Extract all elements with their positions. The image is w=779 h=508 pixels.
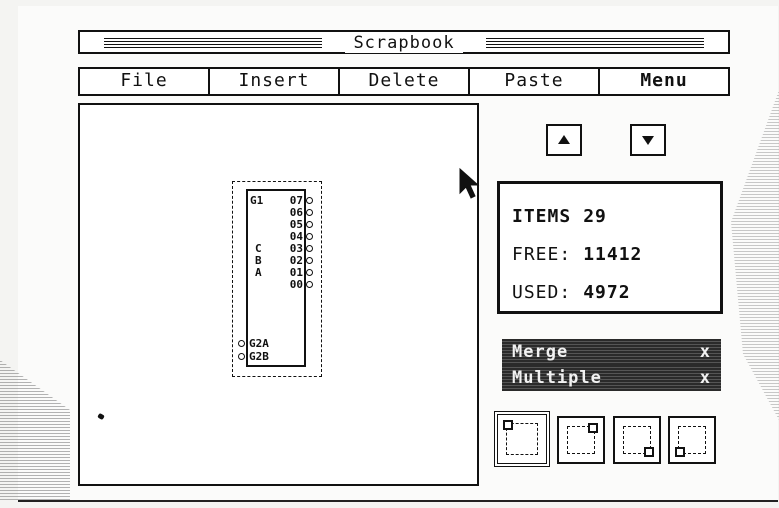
- chip-pin-label: 06: [289, 206, 303, 219]
- chip-pin-label: G2A: [249, 337, 269, 350]
- chip-pin-label: 05: [289, 218, 303, 231]
- free-value: 11412: [583, 244, 643, 265]
- anchor-bottom-left-button[interactable]: [668, 416, 716, 464]
- pin-bubble: [306, 197, 313, 204]
- chip-pin-label: A: [255, 266, 262, 279]
- chip-pin-label: B: [255, 254, 262, 267]
- anchor-mark: [503, 420, 513, 430]
- down-arrow-icon: [642, 136, 654, 145]
- items-value: 29: [583, 206, 607, 227]
- pin-bubble: [306, 221, 313, 228]
- used-row: USED: 4972: [512, 274, 720, 312]
- chip-pin-label: G1: [250, 194, 264, 207]
- menu-delete[interactable]: Delete: [340, 69, 470, 94]
- used-label: USED:: [512, 282, 572, 303]
- window-title: Scrapbook: [80, 33, 728, 53]
- menu-menu[interactable]: Menu: [600, 69, 728, 94]
- stats-panel: ITEMS 29 FREE: 11412 USED: 4972: [497, 181, 723, 314]
- chip-pin-label: 07: [289, 194, 303, 207]
- multiple-toggle-mark: x: [699, 368, 711, 388]
- pin-bubble: [306, 269, 313, 276]
- title-bar[interactable]: Scrapbook: [78, 30, 730, 54]
- chip-pin-label: 04: [289, 230, 303, 243]
- pin-bubble: [238, 353, 245, 360]
- chip-pin-label: 03: [289, 242, 303, 255]
- up-arrow-icon: [558, 135, 570, 144]
- chip-pin-label: C: [255, 242, 262, 255]
- free-label: FREE:: [512, 244, 572, 265]
- menu-insert[interactable]: Insert: [210, 69, 340, 94]
- chip-pin-label: G2B: [249, 350, 269, 363]
- bottom-left-anchor-icon: [675, 426, 706, 457]
- merge-option[interactable]: Merge x: [502, 339, 721, 365]
- pin-bubble: [238, 340, 245, 347]
- menu-file[interactable]: File: [80, 69, 210, 94]
- multiple-label: Multiple: [512, 368, 602, 388]
- anchor-top-left-button[interactable]: [494, 411, 550, 467]
- scrapbook-canvas[interactable]: G1 C B A G2A G2B 07 06 05 04 03 02 01 00: [78, 103, 479, 486]
- items-row: ITEMS 29: [512, 198, 720, 236]
- mouse-pointer-icon: [459, 167, 480, 199]
- chip-pin-label: 00: [289, 278, 303, 291]
- anchor-mark: [675, 447, 685, 457]
- menu-bar: File Insert Delete Paste Menu: [78, 67, 730, 96]
- chip-pin-label: 01: [289, 266, 303, 279]
- scroll-up-button[interactable]: [546, 124, 582, 156]
- merge-toggle-mark: x: [699, 342, 711, 362]
- top-left-anchor-icon: [503, 420, 538, 455]
- multiple-option[interactable]: Multiple x: [502, 365, 721, 391]
- pin-bubble: [306, 233, 313, 240]
- pin-bubble: [306, 209, 313, 216]
- pin-bubble: [306, 281, 313, 288]
- anchor-top-right-button[interactable]: [557, 416, 605, 464]
- used-value: 4972: [583, 282, 631, 303]
- free-row: FREE: 11412: [512, 236, 720, 274]
- scroll-down-button[interactable]: [630, 124, 666, 156]
- anchor-mark: [644, 447, 654, 457]
- anchor-bottom-right-button[interactable]: [613, 416, 661, 464]
- top-right-anchor-icon: [567, 423, 598, 454]
- pixel-speck: [97, 412, 105, 421]
- pin-bubble: [306, 245, 313, 252]
- anchor-mark: [588, 423, 598, 433]
- chip-pin-label: 02: [289, 254, 303, 267]
- items-label: ITEMS: [512, 206, 572, 227]
- menu-paste[interactable]: Paste: [470, 69, 600, 94]
- bottom-right-anchor-icon: [623, 426, 654, 457]
- merge-label: Merge: [512, 342, 569, 362]
- pin-bubble: [306, 257, 313, 264]
